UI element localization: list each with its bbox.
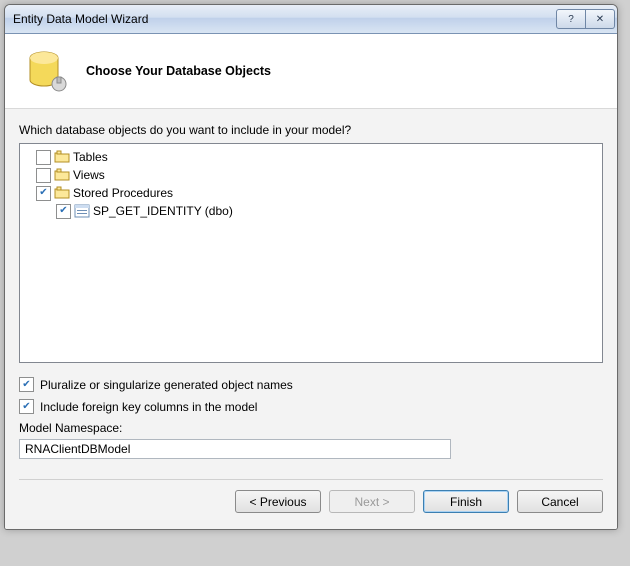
folder-icon [54,149,70,165]
checkmark-icon [19,399,34,414]
previous-button[interactable]: < Previous [235,490,321,513]
objects-tree[interactable]: TablesViewsStored ProceduresSP_GET_IDENT… [19,143,603,363]
footer-buttons: < Previous Next > Finish Cancel [19,490,603,525]
namespace-label: Model Namespace: [19,421,603,435]
folder-icon [54,185,70,201]
tree-item[interactable]: Views [22,166,600,184]
prompt-text: Which database objects do you want to in… [19,123,603,137]
database-icon [24,47,72,95]
next-button: Next > [329,490,415,513]
tree-item[interactable]: Stored Procedures [22,184,600,202]
namespace-input[interactable] [19,439,451,459]
tree-item-label: Stored Procedures [73,184,173,202]
titlebar: Entity Data Model Wizard ? ✕ [5,5,617,34]
page-title: Choose Your Database Objects [86,64,271,78]
tree-item-label: SP_GET_IDENTITY (dbo) [93,202,233,220]
foreign-keys-label: Include foreign key columns in the model [40,400,257,414]
window-title: Entity Data Model Wizard [13,12,556,26]
options-group: Pluralize or singularize generated objec… [19,377,603,414]
finish-button[interactable]: Finish [423,490,509,513]
pluralize-checkbox[interactable]: Pluralize or singularize generated objec… [19,377,603,392]
checkmark-icon [19,377,34,392]
foreign-keys-checkbox[interactable]: Include foreign key columns in the model [19,399,603,414]
close-icon: ✕ [596,14,604,25]
tree-item[interactable]: Tables [22,148,600,166]
wizard-body: Which database objects do you want to in… [5,109,617,529]
question-icon: ? [568,14,574,25]
help-button[interactable]: ? [556,9,586,29]
cancel-button[interactable]: Cancel [517,490,603,513]
tree-item-label: Views [73,166,105,184]
tree-item[interactable]: SP_GET_IDENTITY (dbo) [22,202,600,220]
close-button[interactable]: ✕ [586,9,615,29]
wizard-window: Entity Data Model Wizard ? ✕ Choose Your… [4,4,618,530]
separator [19,479,603,480]
checkmark-icon [56,204,71,219]
checkmark-icon [36,168,51,183]
folder-icon [54,167,70,183]
checkmark-icon [36,150,51,165]
tree-item-label: Tables [73,148,108,166]
wizard-header: Choose Your Database Objects [5,34,617,109]
procedure-icon [74,203,90,219]
titlebar-buttons: ? ✕ [556,9,615,29]
checkmark-icon [36,186,51,201]
pluralize-label: Pluralize or singularize generated objec… [40,378,293,392]
